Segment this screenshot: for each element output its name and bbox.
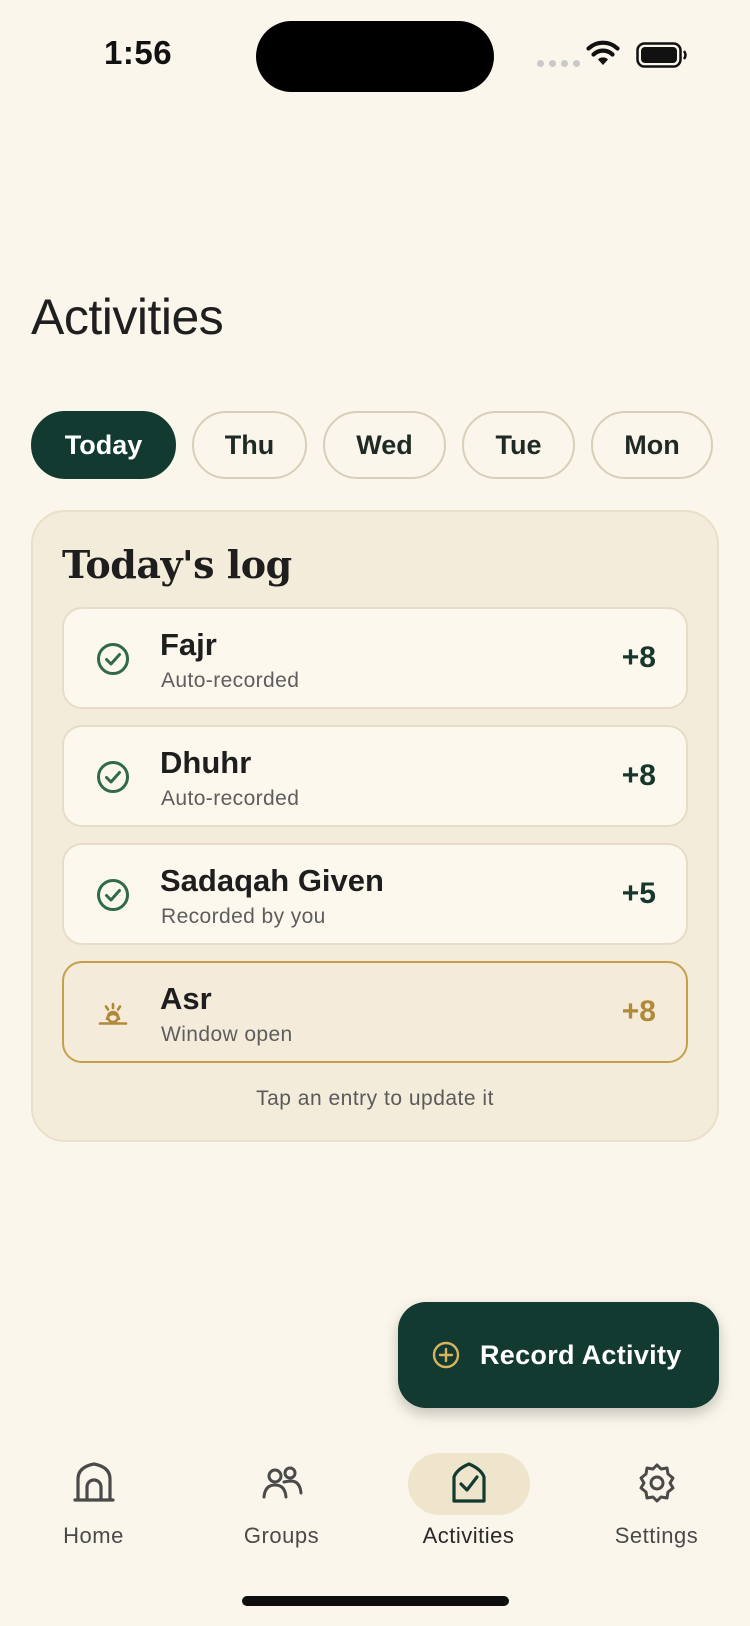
entry-subtitle: Window open xyxy=(161,1023,293,1046)
mosque-door-icon xyxy=(72,1462,115,1502)
entry-points: +5 xyxy=(621,877,656,910)
todays-log-card: Today's log Fajr Auto-recorded +8 Dhuhr … xyxy=(31,510,719,1142)
people-icon xyxy=(262,1466,302,1499)
bottom-tab-bar: Home Groups Activities Settings xyxy=(0,1445,750,1565)
gear-icon xyxy=(639,1463,674,1503)
tap-hint: Tap an entry to update it xyxy=(256,1087,494,1110)
entry-name: Asr xyxy=(160,981,212,1016)
entry-subtitle: Auto-recorded xyxy=(161,787,300,810)
day-filter-chips: Today Thu Wed Tue Mon xyxy=(31,411,713,479)
sun-horizon-icon xyxy=(98,1002,128,1025)
battery-icon xyxy=(636,42,687,68)
tab-settings[interactable]: Settings xyxy=(563,1445,750,1565)
log-entry-fajr[interactable]: Fajr Auto-recorded +8 xyxy=(62,607,688,709)
cellular-signal-icon xyxy=(537,60,580,67)
tab-groups[interactable]: Groups xyxy=(188,1445,375,1565)
entry-name: Fajr xyxy=(160,627,217,662)
tab-label: Groups xyxy=(243,1523,320,1548)
plus-circle-icon xyxy=(432,1341,460,1369)
log-entry-dhuhr[interactable]: Dhuhr Auto-recorded +8 xyxy=(62,725,688,827)
entry-name: Sadaqah Given xyxy=(160,863,384,898)
check-shield-icon xyxy=(451,1462,486,1503)
tab-label: Home xyxy=(63,1523,124,1548)
check-circle-icon xyxy=(97,761,129,793)
day-chip-tue[interactable]: Tue xyxy=(462,411,575,479)
day-chip-wed[interactable]: Wed xyxy=(323,411,446,479)
home-indicator xyxy=(242,1596,509,1606)
dynamic-island xyxy=(256,21,494,92)
day-chip-thu[interactable]: Thu xyxy=(192,411,307,479)
check-circle-icon xyxy=(97,879,129,911)
record-activity-label: Record Activity xyxy=(480,1339,682,1370)
entry-points: +8 xyxy=(621,641,656,674)
tab-home[interactable]: Home xyxy=(0,1445,187,1565)
tab-label: Settings xyxy=(614,1523,699,1548)
wifi-icon xyxy=(586,40,620,65)
entry-points: +8 xyxy=(621,759,656,792)
record-activity-button[interactable]: Record Activity xyxy=(398,1302,719,1408)
log-entry-sadaqah-given[interactable]: Sadaqah Given Recorded by you +5 xyxy=(62,843,688,945)
log-entries: Fajr Auto-recorded +8 Dhuhr Auto-recorde… xyxy=(62,607,688,1079)
page-title: Activities xyxy=(31,289,224,345)
tab-activities[interactable]: Activities xyxy=(375,1445,562,1565)
log-title: Today's log xyxy=(62,542,292,587)
tab-label: Activities xyxy=(422,1523,515,1548)
entry-points: +8 xyxy=(621,995,656,1028)
status-time: 1:56 xyxy=(104,34,173,71)
entry-subtitle: Recorded by you xyxy=(161,905,326,928)
day-chip-mon[interactable]: Mon xyxy=(591,411,713,479)
entry-subtitle: Auto-recorded xyxy=(161,669,300,692)
activities-screen: 1:56 Activities Today Thu Wed Tue Mon To… xyxy=(0,0,750,1626)
log-entry-asr[interactable]: Asr Window open +8 xyxy=(62,961,688,1063)
day-chip-today[interactable]: Today xyxy=(31,411,176,479)
entry-name: Dhuhr xyxy=(160,745,252,780)
check-circle-icon xyxy=(97,643,129,675)
